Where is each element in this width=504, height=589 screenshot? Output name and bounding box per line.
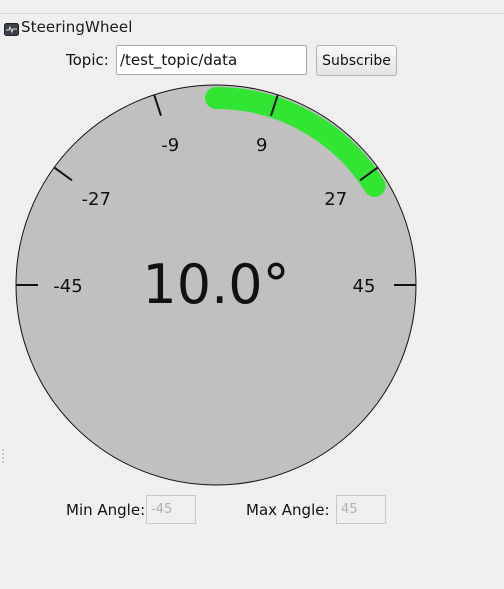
min-angle-label: Min Angle: [66,501,146,519]
max-angle-label: Max Angle: [246,501,330,519]
gauge-tick-label: 45 [353,276,376,297]
angle-readout: 10.0° [142,253,289,316]
gauge-tick-label: 9 [256,135,267,156]
gauge-tick-label: -9 [161,135,179,156]
max-angle-field[interactable] [336,495,386,524]
min-angle-field[interactable] [146,495,196,524]
gauge-tick-label: 27 [324,189,347,210]
gauge-tick-label: -45 [53,276,82,297]
splitter-handle[interactable] [2,448,4,464]
gauge-tick-label: -27 [82,189,111,210]
